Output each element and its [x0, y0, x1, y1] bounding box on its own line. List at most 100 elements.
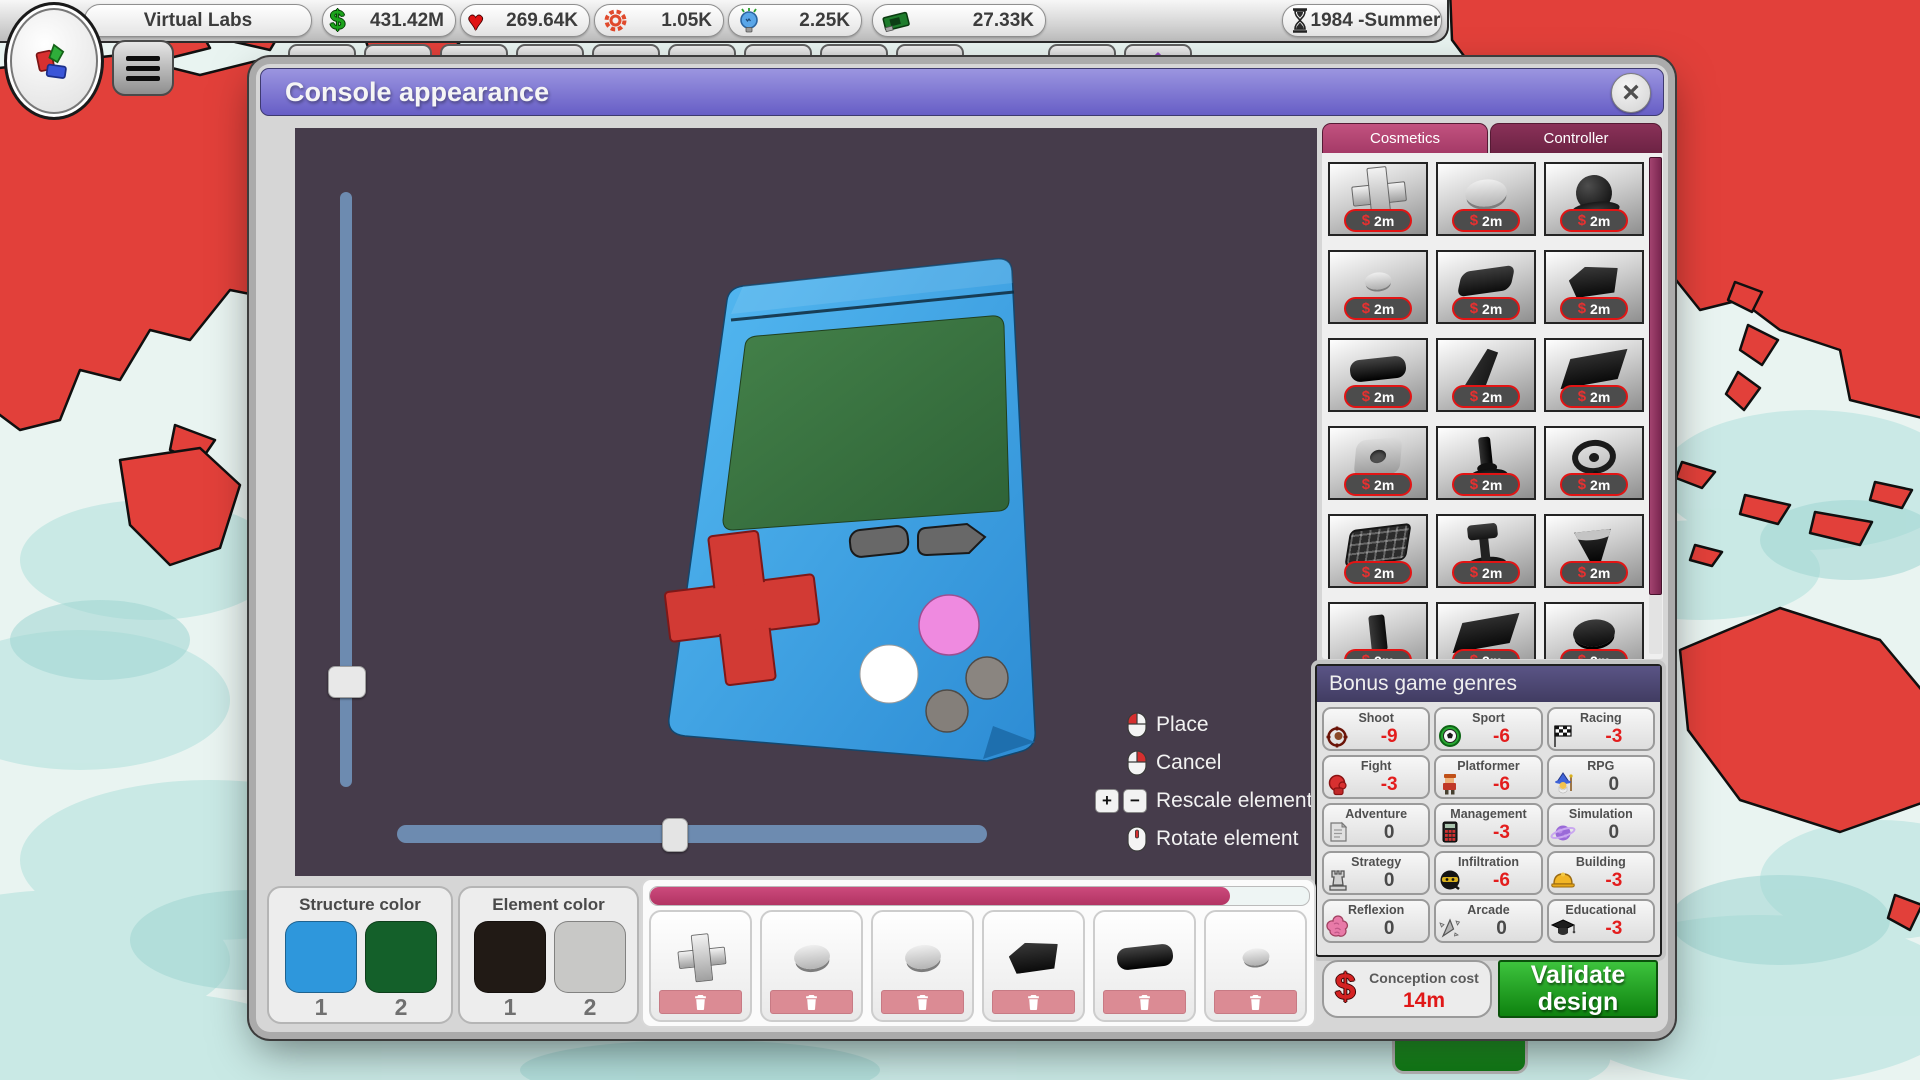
parts-scrollbar[interactable] [1649, 157, 1662, 654]
scroll-icon [1325, 819, 1351, 845]
part-joystick[interactable]: $2m [1436, 426, 1536, 500]
structure-color-swatch-1[interactable] [285, 921, 357, 993]
minus-key-icon: − [1123, 789, 1147, 813]
flat-plate-icon [1561, 349, 1628, 389]
round-button-icon [1464, 178, 1509, 209]
dialog-title-bar[interactable]: Console appearance × [260, 68, 1664, 116]
chess-rook-icon [1325, 867, 1351, 893]
fans-heart-icon: ♥ [468, 8, 483, 34]
element-color-title: Element color [460, 895, 637, 915]
vertical-stick-icon [1368, 615, 1388, 652]
price-badge: $2m [1452, 297, 1520, 320]
part-pentagon-pad[interactable]: $2m [1544, 250, 1644, 324]
placed-part-pad[interactable] [1093, 910, 1196, 1022]
legend-label: Rescale element [1156, 789, 1312, 813]
placed-part-dpad[interactable] [649, 910, 752, 1022]
structure-color-title: Structure color [269, 895, 451, 915]
hamburger-menu-button[interactable] [112, 40, 174, 96]
genre-card-arcade: Arcade0 [1434, 899, 1542, 943]
placed-part-button[interactable] [871, 910, 974, 1022]
placed-part-pentagon[interactable] [982, 910, 1085, 1022]
parts-budget-progress [649, 886, 1310, 906]
delete-part-button[interactable] [992, 990, 1075, 1014]
tab-controller[interactable]: Controller [1490, 123, 1662, 153]
delete-part-button[interactable] [770, 990, 853, 1014]
part-flat-pad[interactable]: $2m [1436, 250, 1536, 324]
money-value: 431.42M [345, 10, 455, 32]
part-joystick-ball[interactable]: $2m [1544, 162, 1644, 236]
part-dpad-cross[interactable]: $2m [1328, 162, 1428, 236]
hard-hat-icon [1550, 867, 1576, 893]
wizard-icon [1550, 771, 1576, 797]
game-logo[interactable] [4, 2, 104, 120]
company-name-pill: Virtual Labs [84, 4, 312, 37]
console-3d-viewport[interactable]: Place Cancel + − Rescale element [295, 128, 1317, 876]
delete-part-button[interactable] [1103, 990, 1186, 1014]
genre-card-reflexion: Reflexion0 [1322, 899, 1430, 943]
round-button-icon [792, 944, 830, 972]
part-rounded-bar[interactable]: $2m [1328, 338, 1428, 412]
ideas-pill: 2.25K [728, 4, 862, 37]
target-icon [1325, 723, 1351, 749]
rotation-slider-track[interactable] [397, 825, 987, 843]
part-vertical-stick[interactable]: $2m [1328, 602, 1428, 659]
close-button[interactable]: × [1611, 73, 1651, 113]
delete-part-button[interactable] [1214, 990, 1297, 1014]
legend-row-cancel: Cancel [1095, 744, 1313, 782]
conception-cost-panel: $ Conception cost 14m [1322, 960, 1492, 1018]
game-screen: Virtual Labs $ 431.42M ♥ 269.64K 1.05K 2… [0, 0, 1920, 1080]
part-plate-hole[interactable]: $2m [1328, 426, 1428, 500]
part-flat-plate[interactable]: $2m [1436, 602, 1536, 659]
genre-card-strategy: Strategy0 [1322, 851, 1430, 895]
swatch-number: 2 [554, 994, 626, 1021]
part-round-button[interactable]: $2m [1436, 162, 1536, 236]
research-value: 1.05K [629, 10, 723, 32]
placed-part-small-button[interactable] [1204, 910, 1307, 1022]
price-badge: $2m [1560, 649, 1628, 659]
plus-minus-keys-icon: + − [1095, 789, 1147, 813]
small-button-icon [1364, 272, 1393, 292]
part-wedge[interactable]: $2m [1436, 338, 1536, 412]
validate-design-button[interactable]: Validate design [1498, 960, 1658, 1018]
price-badge: $2m [1560, 209, 1628, 232]
part-flat-plate[interactable]: $2m [1544, 338, 1644, 412]
part-arcade-stick[interactable]: $2m [1436, 514, 1536, 588]
genre-card-rpg: RPG0 [1547, 755, 1655, 799]
part-steering-wheel[interactable]: $2m [1544, 426, 1644, 500]
part-flat-disc[interactable]: $2m [1544, 602, 1644, 659]
structure-color-panel: Structure color 1 2 [267, 886, 453, 1024]
trash-icon [1249, 995, 1262, 1010]
boxing-glove-icon [1325, 771, 1351, 797]
legend-label: Cancel [1156, 751, 1221, 775]
idea-bulb-icon [736, 7, 762, 34]
element-color-swatch-1[interactable] [474, 921, 546, 993]
element-color-swatch-2[interactable] [554, 921, 626, 993]
zoom-slider-handle[interactable] [328, 666, 366, 698]
graduation-cap-icon [1550, 915, 1576, 941]
round-button-icon [903, 944, 941, 972]
cost-label: Conception cost [1362, 970, 1486, 986]
price-badge: $2m [1344, 385, 1412, 408]
placed-part-button[interactable] [760, 910, 863, 1022]
genre-card-building: Building-3 [1547, 851, 1655, 895]
swatch-number: 2 [365, 994, 437, 1021]
research-pill: 1.05K [594, 4, 724, 37]
flat-disc-icon [1572, 618, 1617, 649]
genres-grid: Shoot-9 Sport-6 Racing-3 Fight-3 Platfor… [1317, 702, 1660, 948]
price-badge: $2m [1452, 561, 1520, 584]
delete-part-button[interactable] [881, 990, 964, 1014]
part-keypad[interactable]: $2m [1328, 514, 1428, 588]
part-small-button[interactable]: $2m [1328, 250, 1428, 324]
swatch-number: 1 [474, 994, 546, 1021]
spaceship-icon [1437, 915, 1463, 941]
legend-row-place: Place [1095, 706, 1313, 744]
tab-cosmetics[interactable]: Cosmetics [1322, 123, 1488, 153]
delete-part-button[interactable] [659, 990, 742, 1014]
legend-label: Place [1156, 713, 1209, 737]
ninja-icon [1437, 867, 1463, 893]
structure-color-swatch-2[interactable] [365, 921, 437, 993]
rotation-slider-handle[interactable] [662, 818, 688, 852]
bonus-game-genres-panel: Bonus game genres Shoot-9 Sport-6 Racing… [1315, 664, 1662, 957]
part-cone-knob[interactable]: $2m [1544, 514, 1644, 588]
price-badge: $2m [1452, 473, 1520, 496]
